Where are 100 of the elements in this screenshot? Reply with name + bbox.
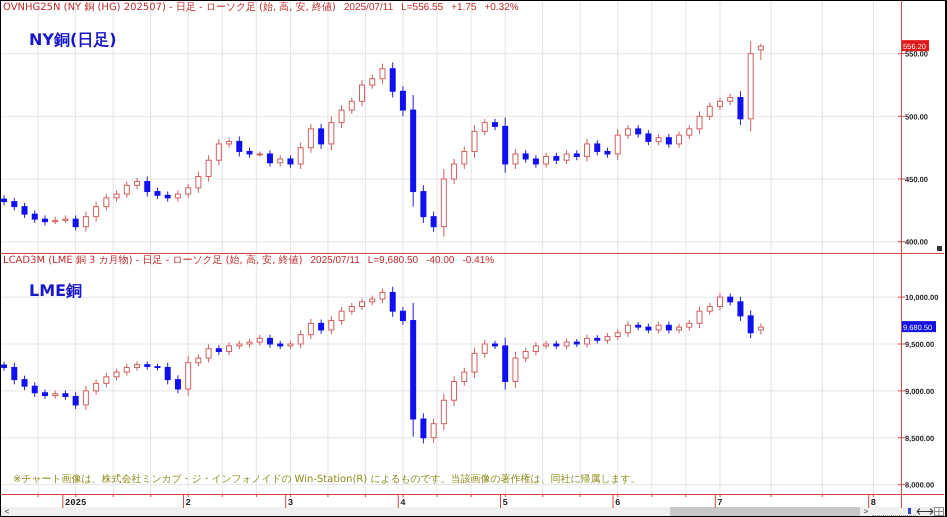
- candlestick: [11, 197, 18, 211]
- candlestick: [430, 418, 437, 443]
- candlestick: [706, 302, 713, 315]
- candlestick: [348, 97, 355, 114]
- candlestick: [62, 214, 68, 224]
- candlestick: [604, 332, 610, 344]
- candlestick: [308, 123, 314, 154]
- quote-date: 2025/07/11: [310, 254, 360, 266]
- candlestick: [52, 216, 58, 225]
- candlestick: [420, 184, 426, 224]
- grid-icon[interactable]: [934, 507, 944, 516]
- candlestick: [430, 211, 437, 232]
- candlestick: [604, 147, 610, 158]
- candlestick: [614, 328, 621, 340]
- date-axis-label: 2: [185, 498, 191, 508]
- candlestick: [1, 360, 8, 371]
- candlestick: [543, 152, 550, 168]
- candlestick: [256, 150, 263, 157]
- candlestick: [758, 322, 764, 335]
- candlestick: [400, 86, 406, 117]
- candlestick: [574, 338, 580, 348]
- candlestick: [185, 354, 192, 396]
- candlestick: [174, 190, 181, 202]
- candlestick: [482, 338, 488, 358]
- candlestick: [451, 374, 458, 406]
- candlestick: [348, 302, 355, 315]
- percent-change: -0.41%: [462, 254, 494, 266]
- candlestick: [522, 150, 529, 164]
- candlestick: [328, 116, 334, 151]
- candlestick: [114, 190, 120, 202]
- candlestick: [706, 102, 713, 121]
- candlestick: [103, 372, 110, 388]
- candlestick: [206, 343, 212, 362]
- candlestick: [686, 318, 692, 331]
- candlestick: [164, 362, 171, 384]
- candlestick: [532, 341, 539, 356]
- candlestick: [277, 340, 284, 350]
- candlestick: [359, 297, 366, 310]
- candlestick: [512, 148, 518, 170]
- candlestick: [1, 194, 8, 206]
- percent-change: +0.32%: [484, 2, 519, 14]
- candlestick: [451, 158, 458, 185]
- candlestick: [472, 124, 478, 158]
- candlestick: [144, 360, 150, 370]
- candlestick: [246, 147, 253, 158]
- candlestick: [164, 191, 171, 202]
- candlestick: [154, 187, 160, 200]
- candlestick: [440, 392, 447, 430]
- quote-date: 2025/07/11: [344, 2, 394, 14]
- chart-title: NY銅(日足): [29, 30, 117, 51]
- candlestick: [624, 124, 631, 140]
- candlestick: [22, 202, 28, 218]
- candlestick: [93, 201, 100, 222]
- candlestick: [716, 292, 723, 311]
- candlestick: [298, 142, 304, 170]
- candlestick: [696, 306, 703, 328]
- candlestick: [379, 63, 386, 84]
- candlestick: [236, 136, 242, 157]
- candlestick: [369, 74, 376, 90]
- candlestick: [134, 177, 140, 190]
- candlestick: [72, 214, 79, 231]
- candlestick: [338, 104, 345, 128]
- candlestick: [420, 412, 426, 444]
- candlestick: [666, 320, 672, 334]
- last-price: L=556.55: [401, 2, 444, 14]
- candlestick: [472, 346, 478, 378]
- price-change: -40.00: [426, 254, 454, 266]
- candlestick: [482, 118, 488, 136]
- candlestick: [369, 294, 376, 306]
- candlestick: [676, 130, 682, 148]
- date-axis-label: 3: [288, 498, 294, 508]
- scroll-thumb[interactable]: [670, 507, 860, 516]
- candlestick: [748, 309, 754, 338]
- candlestick: [512, 350, 518, 388]
- candlestick: [32, 210, 38, 224]
- zoom-slider[interactable]: [872, 507, 916, 516]
- date-axis-label: 2025: [64, 498, 86, 508]
- candlestick: [737, 90, 744, 126]
- candlestick: [440, 168, 447, 238]
- candlestick: [645, 322, 652, 334]
- candlestick: [584, 334, 590, 348]
- date-axis-label: 8: [870, 498, 876, 508]
- candlestick: [236, 340, 242, 350]
- candlestick: [666, 133, 672, 148]
- candlestick: [114, 368, 120, 380]
- candlestick: [758, 43, 764, 60]
- candlestick: [144, 176, 150, 198]
- candlestick: [206, 154, 212, 182]
- candlestick: [277, 154, 284, 167]
- candlestick: [532, 154, 539, 168]
- candlestick: [543, 340, 550, 350]
- candlestick: [727, 292, 734, 306]
- candlestick: [266, 334, 273, 348]
- zoom-thumb[interactable]: [908, 508, 912, 514]
- candlestick: [594, 334, 600, 344]
- candlestick: [11, 362, 18, 384]
- candlestick: [379, 288, 386, 303]
- expand-arrows-icon[interactable]: [916, 507, 934, 516]
- candlestick: [656, 320, 662, 334]
- candlestick: [318, 318, 324, 334]
